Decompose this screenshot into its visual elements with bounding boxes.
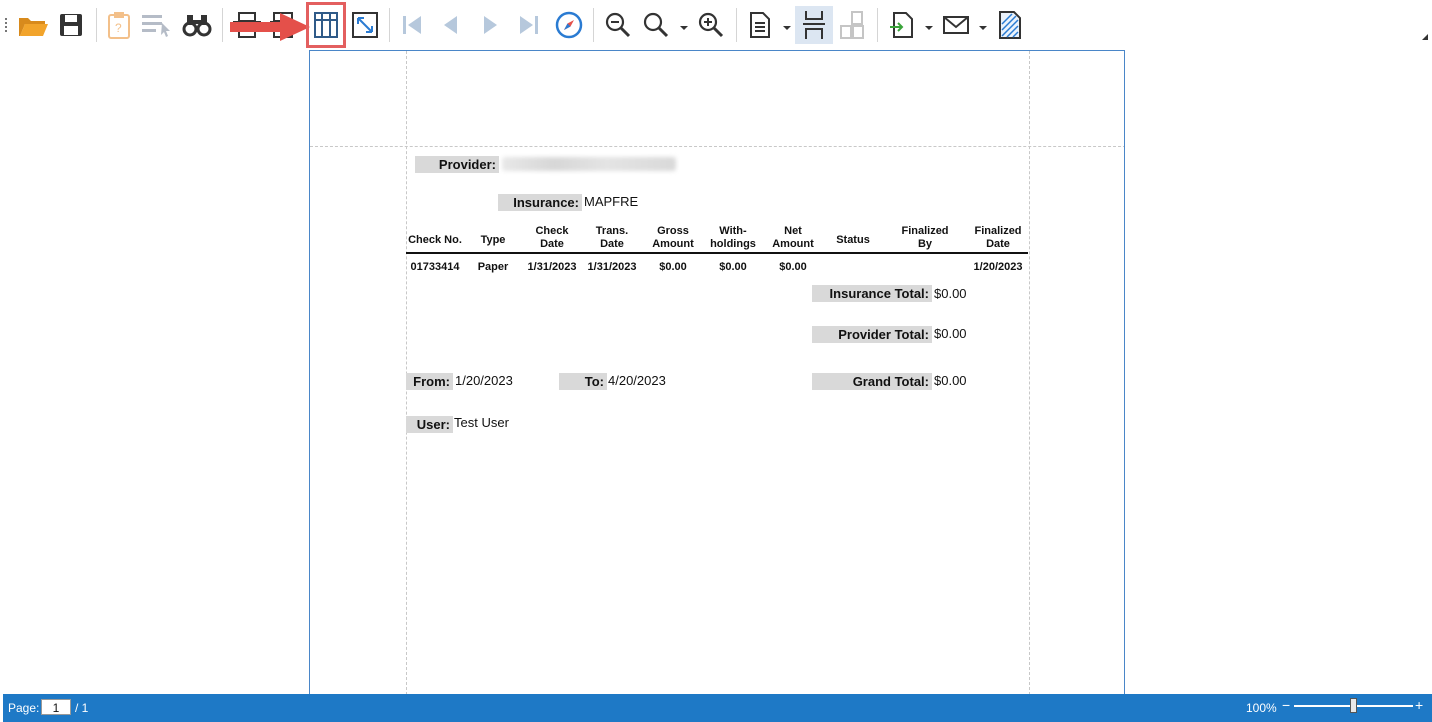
- insurance-total-label: Insurance Total:: [812, 285, 932, 302]
- continuous-view-icon[interactable]: [795, 6, 833, 44]
- grand-total-label: Grand Total:: [812, 373, 932, 390]
- insurance-total-value: $0.00: [934, 286, 967, 301]
- provider-total-label: Provider Total:: [812, 326, 932, 343]
- cell-trans-date: 1/31/2023: [587, 261, 637, 273]
- email-icon[interactable]: [937, 6, 975, 44]
- report-viewer-window: ? Provider: Insurance: MAPFRE Check No. …: [0, 0, 1432, 722]
- svg-text:?: ?: [115, 21, 122, 35]
- page-number-input[interactable]: 1: [41, 699, 71, 715]
- cell-check-no: 01733414: [410, 261, 460, 273]
- document-icon[interactable]: [741, 6, 779, 44]
- cell-type: Paper: [477, 261, 509, 273]
- toolbar-separator: [593, 8, 594, 42]
- select-tool-icon[interactable]: [138, 6, 176, 44]
- email-dropdown-chevron-down-icon[interactable]: [978, 20, 988, 30]
- multi-page-icon[interactable]: [833, 6, 871, 44]
- col-header-finalized-by: Finalized By: [901, 225, 949, 250]
- cell-withholdings: $0.00: [719, 261, 747, 273]
- previous-page-icon[interactable]: [431, 6, 469, 44]
- zoom-minus-icon[interactable]: −: [1282, 697, 1290, 713]
- col-header-gross-amount: Gross Amount: [652, 225, 694, 250]
- toolbar: ?: [0, 0, 1432, 50]
- clipboard-icon[interactable]: ?: [100, 6, 138, 44]
- page-label: Page:: [8, 701, 40, 715]
- fit-page-icon[interactable]: [346, 6, 384, 44]
- col-header-type: Type: [480, 234, 506, 246]
- user-value: Test User: [454, 415, 509, 430]
- navigate-compass-icon[interactable]: [550, 6, 588, 44]
- col-header-withholdings: With- holdings: [710, 225, 756, 250]
- page-total: / 1: [75, 701, 89, 715]
- zoom-plus-icon[interactable]: +: [1415, 697, 1423, 713]
- export-dropdown-chevron-down-icon[interactable]: [924, 20, 934, 30]
- toolbar-separator: [877, 8, 878, 42]
- watermark-icon[interactable]: [991, 6, 1029, 44]
- save-icon[interactable]: [52, 6, 90, 44]
- zoom-in-icon[interactable]: [692, 6, 730, 44]
- right-margin-guide: [1029, 51, 1030, 694]
- next-page-icon[interactable]: [472, 6, 510, 44]
- first-page-icon[interactable]: [393, 6, 431, 44]
- toolbar-overflow-icon[interactable]: [1422, 34, 1428, 40]
- report-viewer-area[interactable]: Provider: Insurance: MAPFRE Check No. Ty…: [0, 50, 1432, 694]
- zoom-icon[interactable]: [637, 6, 675, 44]
- col-header-finalized-date: Finalized Date: [974, 225, 1022, 250]
- cell-check-date: 1/31/2023: [527, 261, 577, 273]
- cell-net-amount: $0.00: [779, 261, 807, 273]
- toolbar-grip[interactable]: [5, 18, 7, 32]
- open-icon[interactable]: [14, 6, 52, 44]
- cell-gross-amount: $0.00: [659, 261, 687, 273]
- insurance-value: MAPFRE: [584, 194, 639, 209]
- toolbar-separator: [736, 8, 737, 42]
- report-page: Provider: Insurance: MAPFRE Check No. Ty…: [309, 50, 1125, 694]
- col-header-status: Status: [836, 234, 870, 246]
- provider-total-value: $0.00: [934, 326, 967, 341]
- from-value: 1/20/2023: [455, 373, 513, 388]
- export-icon[interactable]: [883, 6, 921, 44]
- col-header-check-date: Check Date: [535, 225, 569, 250]
- from-label: From:: [406, 373, 453, 390]
- zoom-out-icon[interactable]: [599, 6, 637, 44]
- top-margin-guide: [310, 146, 1124, 147]
- annotation-arrow-icon: [230, 13, 310, 41]
- to-label: To:: [559, 373, 607, 390]
- margins-grid-icon[interactable]: [306, 2, 346, 48]
- toolbar-separator: [222, 8, 223, 42]
- redacted-provider-name: [502, 157, 676, 171]
- last-page-icon[interactable]: [510, 6, 548, 44]
- zoom-level: 100%: [1246, 701, 1277, 715]
- toolbar-separator: [389, 8, 390, 42]
- col-header-trans-date: Trans. Date: [595, 225, 629, 250]
- col-header-net-amount: Net Amount: [772, 225, 814, 250]
- user-label: User:: [406, 416, 453, 433]
- zoom-dropdown-chevron-down-icon[interactable]: [679, 20, 689, 30]
- insurance-label: Insurance:: [498, 194, 582, 211]
- find-binoculars-icon[interactable]: [178, 6, 216, 44]
- grand-total-value: $0.00: [934, 373, 967, 388]
- cell-finalized-date: 1/20/2023: [973, 261, 1023, 273]
- col-header-check-no: Check No.: [408, 234, 462, 246]
- table-header-rule: [406, 252, 1028, 254]
- provider-label: Provider:: [415, 156, 499, 173]
- status-bar: Page: 1 / 1 100% − +: [3, 694, 1432, 722]
- document-dropdown-chevron-down-icon[interactable]: [782, 20, 792, 30]
- zoom-slider-thumb[interactable]: [1350, 698, 1357, 713]
- to-value: 4/20/2023: [608, 373, 666, 388]
- toolbar-separator: [96, 8, 97, 42]
